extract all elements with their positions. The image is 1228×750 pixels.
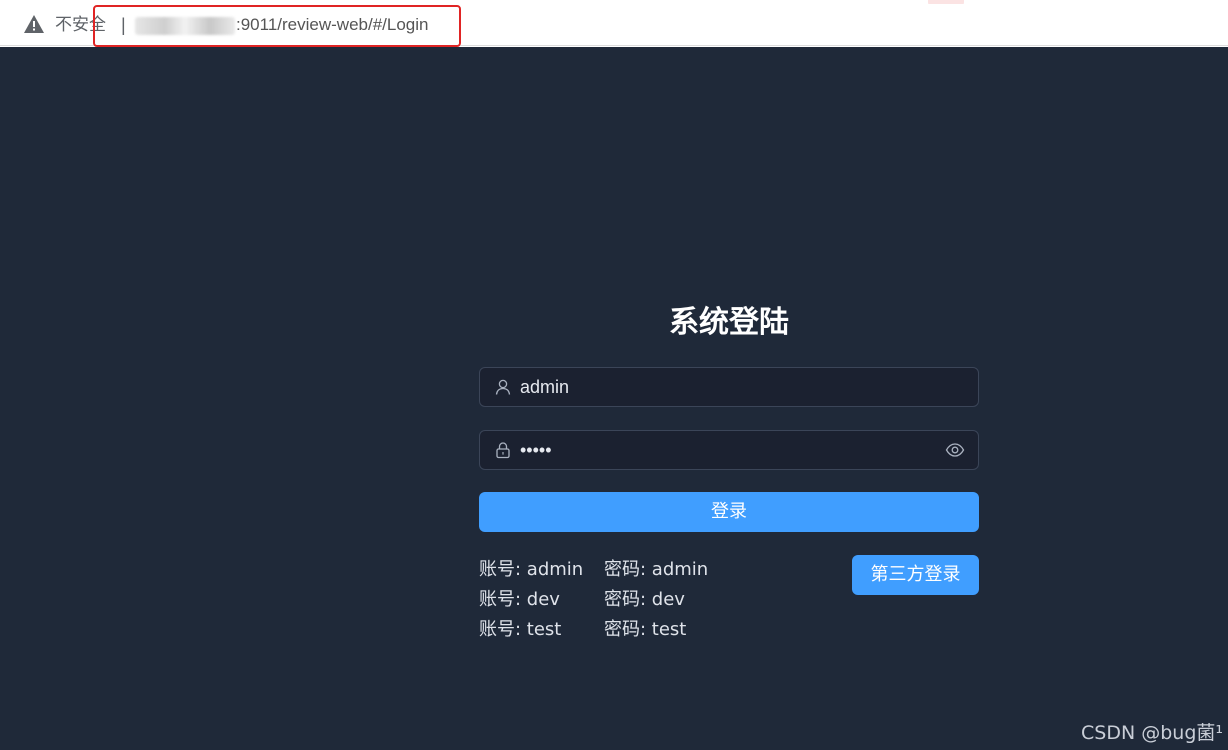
account-hint: 账号: test <box>479 619 562 640</box>
password-hint: 密码: dev <box>604 589 685 610</box>
eye-icon[interactable] <box>945 441 965 459</box>
browser-toolbar: 不安全 | :9011/review-web/#/Login <box>0 0 1228 47</box>
username-input[interactable] <box>520 368 940 406</box>
login-button[interactable]: 登录 <box>479 492 979 532</box>
credential-row: 账号: test 密码: test <box>479 619 754 649</box>
warning-triangle-icon[interactable] <box>23 14 45 34</box>
credential-row: 账号: admin 密码: admin <box>479 559 754 589</box>
credential-hints: 账号: admin 密码: admin 账号: dev 密码: dev 账号: … <box>479 559 754 649</box>
password-field[interactable]: ••••• <box>479 430 979 470</box>
username-field[interactable] <box>479 367 979 407</box>
login-page: 系统登陆 ••••• 登录 账号: admin 密码: admin 账号: de… <box>0 47 1228 750</box>
page-title: 系统登陆 <box>669 305 789 340</box>
account-hint: 账号: dev <box>479 589 560 610</box>
account-hint: 账号: admin <box>479 559 584 580</box>
password-hint: 密码: test <box>604 619 687 640</box>
password-hint: 密码: admin <box>604 559 709 580</box>
user-icon <box>495 379 511 395</box>
watermark: CSDN @bug菌¹ <box>1081 722 1223 744</box>
url-highlight-box <box>93 5 461 47</box>
third-party-login-button[interactable]: 第三方登录 <box>852 555 979 595</box>
password-input[interactable]: ••••• <box>520 431 940 469</box>
credential-row: 账号: dev 密码: dev <box>479 589 754 619</box>
lock-icon <box>496 442 510 459</box>
